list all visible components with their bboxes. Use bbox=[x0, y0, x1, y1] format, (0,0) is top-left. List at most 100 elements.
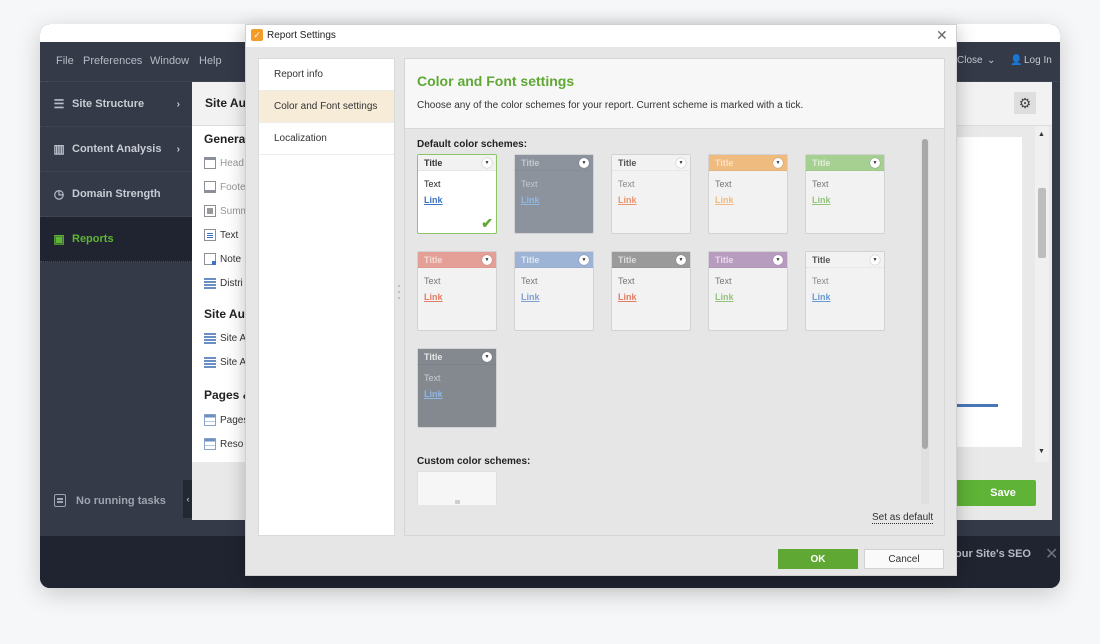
table-icon bbox=[204, 438, 216, 450]
scheme-text-sample: Text bbox=[715, 276, 732, 286]
dropdown-icon[interactable]: ▼ bbox=[482, 255, 492, 265]
list-item[interactable]: Note bbox=[204, 253, 241, 265]
color-scheme-card[interactable]: Title ▼ Text Link bbox=[417, 348, 497, 428]
dropdown-icon[interactable]: ▼ bbox=[773, 158, 783, 168]
sidebar-item-content-analysis[interactable]: ▥ Content Analysis › bbox=[40, 127, 192, 172]
color-scheme-card[interactable]: Title ▼ Text Link bbox=[708, 154, 788, 234]
nav-localization[interactable]: Localization bbox=[259, 123, 394, 155]
scheme-title: Title bbox=[618, 158, 637, 168]
list-item[interactable]: Foote bbox=[204, 181, 246, 193]
dropdown-icon[interactable]: ▼ bbox=[773, 255, 783, 265]
dropdown-icon[interactable]: ▼ bbox=[579, 158, 589, 168]
scheme-link-sample: Link bbox=[424, 389, 443, 399]
list-item[interactable]: Head bbox=[204, 157, 244, 169]
color-scheme-card[interactable]: Title ▼ Text Link bbox=[805, 251, 885, 331]
dropdown-icon[interactable]: ▼ bbox=[579, 255, 589, 265]
note-icon bbox=[204, 253, 216, 265]
scheme-title: Title bbox=[424, 352, 443, 362]
dropdown-icon[interactable]: ▼ bbox=[482, 352, 492, 362]
splitter-handle[interactable] bbox=[397, 283, 401, 301]
domain-strength-icon: ◷ bbox=[53, 187, 65, 201]
dialog-title: Report Settings bbox=[267, 30, 336, 41]
scheme-link-sample: Link bbox=[812, 292, 831, 302]
panel-header: Color and Font settings Choose any of th… bbox=[405, 59, 944, 129]
running-tasks-status[interactable]: No running tasks bbox=[54, 494, 166, 507]
sidebar-item-domain-strength[interactable]: ◷ Domain Strength bbox=[40, 172, 192, 217]
scheme-link-sample: Link bbox=[618, 195, 637, 205]
scroll-thumb[interactable] bbox=[922, 139, 928, 449]
scheme-title: Title bbox=[424, 158, 443, 168]
list-item[interactable]: Distri bbox=[204, 277, 243, 289]
scheme-text-sample: Text bbox=[618, 179, 635, 189]
color-scheme-card[interactable]: Title ▼ Text Link ✔ bbox=[417, 154, 497, 234]
bottom-banner-text: our Site's SEO bbox=[955, 548, 1031, 560]
dropdown-icon[interactable]: ▼ bbox=[676, 158, 686, 168]
list-item[interactable]: Pages bbox=[204, 414, 248, 426]
summary-icon bbox=[204, 205, 216, 217]
nav-color-font-settings[interactable]: Color and Font settings bbox=[259, 91, 394, 123]
close-icon[interactable]: ✕ bbox=[936, 27, 948, 44]
scheme-title: Title bbox=[521, 158, 540, 168]
color-scheme-card[interactable]: Title ▼ Text Link bbox=[805, 154, 885, 234]
scheme-header: Title ▼ bbox=[515, 252, 593, 268]
ok-button[interactable]: OK bbox=[778, 549, 858, 569]
color-scheme-card[interactable]: Title ▼ Text Link bbox=[417, 251, 497, 331]
section-heading: Site Au bbox=[204, 307, 245, 321]
dropdown-icon[interactable]: ▼ bbox=[870, 255, 880, 265]
scroll-up-icon[interactable]: ▲ bbox=[1038, 131, 1045, 138]
login-button[interactable]: Log In bbox=[1024, 55, 1052, 66]
scheme-title: Title bbox=[812, 158, 831, 168]
tasks-icon bbox=[54, 494, 66, 507]
color-scheme-card[interactable]: Title ▼ Text Link bbox=[611, 251, 691, 331]
color-scheme-card[interactable]: Title ▼ Text Link bbox=[514, 154, 594, 234]
list-item-label: Note bbox=[220, 253, 242, 265]
close-icon[interactable]: ✕ bbox=[1045, 544, 1058, 564]
color-scheme-card[interactable]: Title ▼ Text Link bbox=[611, 154, 691, 234]
settings-nav: Report info Color and Font settings Loca… bbox=[258, 58, 395, 536]
menu-file[interactable]: File bbox=[56, 55, 74, 67]
sidebar-item-reports[interactable]: ▣ Reports bbox=[40, 217, 192, 262]
scheme-text-sample: Text bbox=[618, 276, 635, 286]
preview-scrollbar[interactable]: ▲ ▼ bbox=[1035, 126, 1049, 462]
list-item[interactable]: Site A bbox=[204, 356, 246, 368]
scheme-link-sample: Link bbox=[521, 195, 540, 205]
custom-scheme-placeholder[interactable] bbox=[417, 471, 497, 505]
header-icon bbox=[204, 157, 216, 169]
list-item[interactable]: Summ bbox=[204, 205, 249, 217]
menu-help[interactable]: Help bbox=[199, 55, 222, 67]
dropdown-icon[interactable]: ▼ bbox=[482, 158, 492, 168]
scroll-thumb[interactable] bbox=[1038, 188, 1046, 258]
chevron-down-icon[interactable]: ⌄ bbox=[987, 55, 995, 66]
list-item-label: Site A bbox=[220, 332, 247, 344]
cancel-button[interactable]: Cancel bbox=[864, 549, 944, 569]
gear-icon[interactable]: ⚙ bbox=[1014, 92, 1036, 114]
dropdown-icon[interactable]: ▼ bbox=[676, 255, 686, 265]
color-scheme-card[interactable]: Title ▼ Text Link bbox=[708, 251, 788, 331]
scheme-title: Title bbox=[715, 158, 734, 168]
scheme-header: Title ▼ bbox=[418, 252, 496, 268]
menu-preferences[interactable]: Preferences bbox=[83, 55, 142, 67]
scroll-down-icon[interactable]: ▼ bbox=[1038, 448, 1045, 455]
nav-report-info[interactable]: Report info bbox=[259, 59, 394, 91]
scheme-text-sample: Text bbox=[424, 179, 441, 189]
scheme-link-sample: Link bbox=[424, 292, 443, 302]
dropdown-icon[interactable]: ▼ bbox=[870, 158, 880, 168]
schemes-scrollbar[interactable] bbox=[921, 139, 929, 504]
color-scheme-card[interactable]: Title ▼ Text Link bbox=[514, 251, 594, 331]
scheme-title: Title bbox=[715, 255, 734, 265]
list-item-label: Distri bbox=[220, 277, 243, 289]
list-item[interactable]: Text bbox=[204, 229, 238, 241]
close-project-button[interactable]: Close bbox=[957, 55, 983, 66]
set-as-default-link[interactable]: Set as default bbox=[872, 512, 934, 524]
list-item[interactable]: Reso bbox=[204, 438, 243, 450]
save-button[interactable]: Save bbox=[952, 480, 1036, 506]
default-schemes-label: Default color schemes: bbox=[417, 139, 528, 150]
scheme-header: Title ▼ bbox=[612, 155, 690, 171]
sidebar-item-label: Reports bbox=[72, 233, 114, 245]
list-item[interactable]: Site A bbox=[204, 332, 246, 344]
list-item-label: Reso bbox=[220, 438, 244, 450]
sidebar-item-site-structure[interactable]: ☰ Site Structure › bbox=[40, 82, 192, 127]
menu-window[interactable]: Window bbox=[150, 55, 189, 67]
site-structure-icon: ☰ bbox=[53, 97, 65, 111]
scheme-header: Title ▼ bbox=[709, 252, 787, 268]
